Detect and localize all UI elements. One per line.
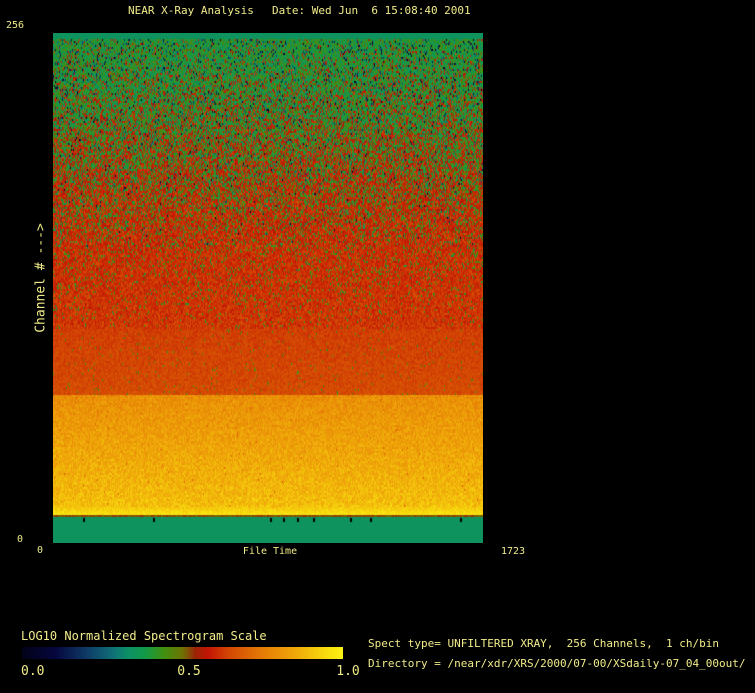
- page-title: NEAR X-Ray Analysis: [128, 4, 254, 17]
- colorbar-gradient: [22, 647, 343, 659]
- colorbar-tick-right: 1.0: [336, 664, 360, 679]
- colorbar-title: LOG10 Normalized Spectrogram Scale: [21, 629, 267, 643]
- y-axis-min-label: 0: [17, 534, 24, 545]
- near-xray-analysis-window: NEAR X-Ray Analysis Date: Wed Jun 6 15:0…: [0, 0, 755, 693]
- y-axis-max-label: 256: [6, 20, 25, 31]
- y-axis-title: Channel # --->: [33, 223, 49, 333]
- spect-type-info: Spect type= UNFILTERED XRAY, 256 Channel…: [368, 637, 719, 650]
- spectrogram-heatmap: [53, 33, 483, 543]
- colorbar-tick-left: 0.0: [21, 664, 45, 679]
- date-label: Date: Wed Jun 6 15:08:40 2001: [272, 4, 471, 17]
- directory-info: Directory = /near/xdr/XRS/2000/07-00/XSd…: [368, 657, 746, 670]
- colorbar-tick-mid: 0.5: [177, 664, 201, 679]
- x-axis-max-label: 1723: [501, 546, 526, 557]
- x-axis-min-label: 0: [37, 545, 44, 556]
- x-axis-title: File Time: [242, 546, 298, 557]
